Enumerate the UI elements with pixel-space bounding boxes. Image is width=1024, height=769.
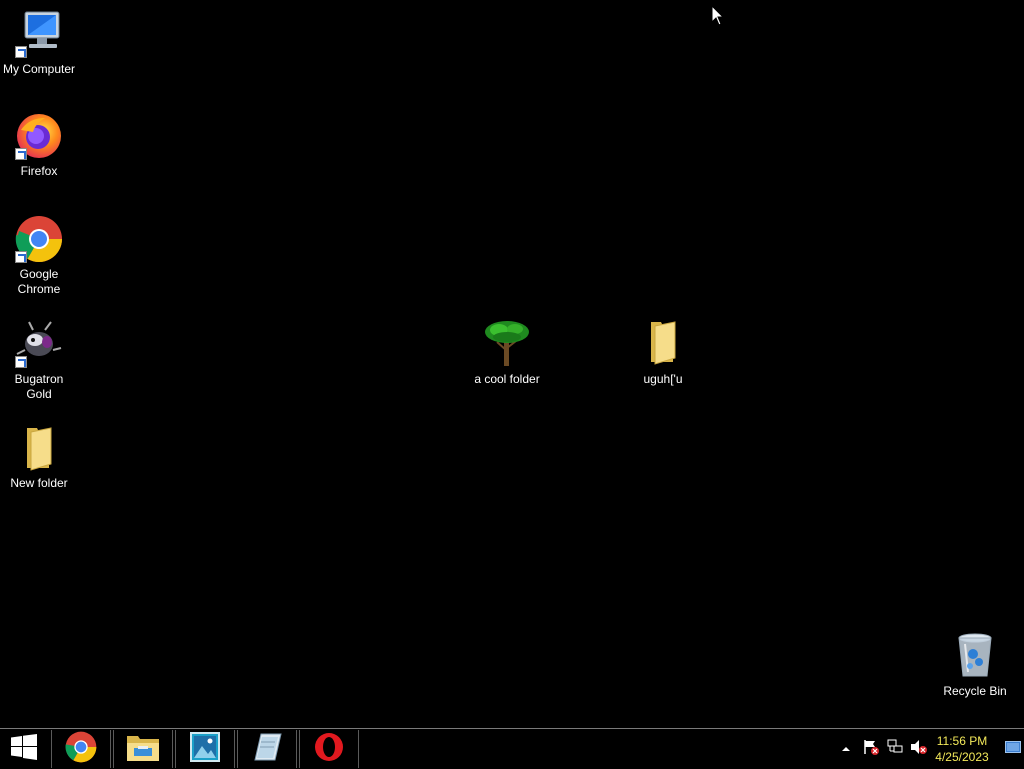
- desktop-icon-bugatron-gold[interactable]: Bugatron Gold: [0, 320, 78, 402]
- desktop-icon-firefox[interactable]: Firefox: [0, 112, 78, 179]
- folder-icon: [15, 424, 63, 472]
- photo-viewer-icon: [190, 731, 220, 767]
- show-desktop-button[interactable]: [1002, 729, 1024, 769]
- network-icon: [886, 739, 904, 760]
- firefox-icon: [15, 112, 63, 160]
- shortcut-arrow-icon: [15, 148, 27, 160]
- desktop-icon-new-folder[interactable]: New folder: [0, 424, 78, 491]
- action-center-button[interactable]: [860, 729, 882, 769]
- desktop-icon-a-cool-folder[interactable]: a cool folder: [467, 320, 547, 387]
- desktop-icon-label: New folder: [10, 476, 68, 490]
- desktop-icon-label: My Computer: [2, 62, 76, 76]
- taskbar-photo-viewer-button[interactable]: [175, 730, 235, 768]
- chrome-icon: [65, 731, 97, 768]
- desktop-icon-label: a cool folder: [474, 372, 540, 386]
- chrome-icon: [15, 215, 63, 263]
- taskbar-notepad-button[interactable]: [237, 730, 297, 768]
- notepad-icon: [251, 732, 283, 767]
- opera-icon: [314, 732, 344, 767]
- clock[interactable]: 11:56 PM 4/25/2023: [930, 733, 994, 765]
- clock-date: 4/25/2023: [935, 750, 989, 764]
- file-explorer-icon: [126, 732, 160, 767]
- action-center-flag-icon: [862, 739, 880, 760]
- show-desktop-icon: [1005, 740, 1021, 758]
- volume-muted-icon: [910, 739, 928, 760]
- mouse-cursor: [711, 4, 725, 26]
- desktop-icon-uguh-u[interactable]: uguh['u: [624, 320, 702, 387]
- desktop-icon-label: Recycle Bin: [943, 684, 1007, 698]
- my-computer-icon: [15, 10, 63, 58]
- taskbar-opera-button[interactable]: [299, 730, 359, 768]
- desktop-icon-my-computer[interactable]: My Computer: [0, 10, 78, 77]
- desktop-icon-label: Google Chrome: [17, 267, 61, 296]
- chevron-up-icon: [841, 740, 851, 758]
- volume-button[interactable]: [908, 729, 930, 769]
- shortcut-arrow-icon: [15, 46, 27, 58]
- desktop-icon-google-chrome[interactable]: Google Chrome: [0, 215, 78, 297]
- recycle-bin-icon: [951, 632, 999, 680]
- shortcut-arrow-icon: [15, 251, 27, 263]
- desktop-icon-label: Bugatron Gold: [14, 372, 64, 401]
- desktop-icon-label: uguh['u: [643, 372, 683, 386]
- taskbar-chrome-button[interactable]: [51, 730, 111, 768]
- desktop-icon-label: Firefox: [20, 164, 58, 178]
- taskbar: 11:56 PM 4/25/2023: [0, 728, 1024, 768]
- clock-time: 11:56 PM: [936, 734, 988, 748]
- bugatron-icon: [15, 320, 63, 368]
- shortcut-arrow-icon: [15, 356, 27, 368]
- desktop: My Computer Firefox Google Chrome Bugatr…: [0, 0, 1024, 728]
- desktop-icon-recycle-bin[interactable]: Recycle Bin: [936, 632, 1014, 699]
- network-button[interactable]: [884, 729, 906, 769]
- taskbar-file-explorer-button[interactable]: [113, 730, 173, 768]
- tree-folder-icon: [483, 320, 531, 368]
- show-hidden-icons-button[interactable]: [838, 729, 854, 769]
- folder-icon: [639, 320, 687, 368]
- windows-logo-icon: [11, 733, 37, 765]
- start-button[interactable]: [0, 730, 48, 768]
